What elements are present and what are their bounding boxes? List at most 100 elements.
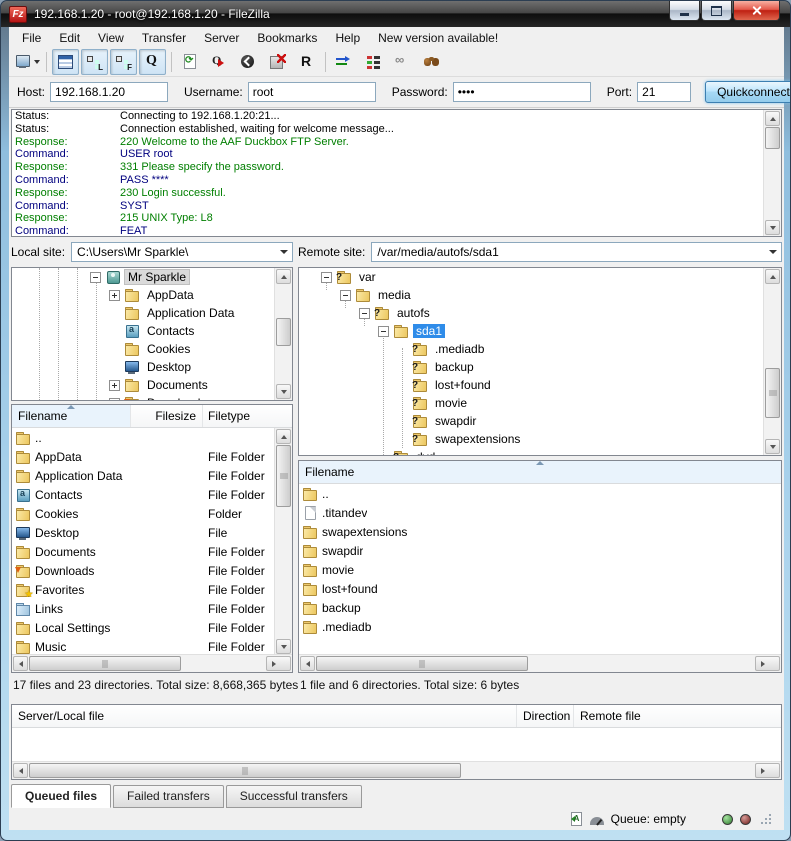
file-row[interactable]: swapdir [299, 541, 781, 560]
port-input[interactable] [637, 82, 691, 102]
tree-item[interactable]: sda1 [299, 322, 781, 340]
collapse-icon[interactable] [321, 272, 332, 283]
file-row[interactable]: FavoritesFile Folder [12, 580, 292, 599]
collapse-icon[interactable] [340, 290, 351, 301]
username-input[interactable] [248, 82, 376, 102]
reconnect-button[interactable] [293, 49, 320, 75]
file-row[interactable]: AppDataFile Folder [12, 447, 292, 466]
toggle-message-log-button[interactable] [52, 49, 79, 75]
tree-item[interactable]: dvd [299, 448, 781, 456]
tree-item[interactable]: backup [299, 358, 781, 376]
toggle-queue-button[interactable] [139, 49, 166, 75]
scroll-down-button[interactable] [765, 220, 780, 235]
file-row[interactable]: Local SettingsFile Folder [12, 618, 292, 637]
minimize-button[interactable] [669, 1, 700, 21]
scroll-left-button[interactable] [300, 656, 315, 671]
tree-item[interactable]: Contacts [12, 322, 292, 340]
tree-item[interactable]: lost+found [299, 376, 781, 394]
file-row[interactable]: DocumentsFile Folder [12, 542, 292, 561]
scroll-right-button[interactable] [266, 656, 291, 671]
scroll-up-button[interactable] [765, 111, 780, 126]
file-row[interactable]: .. [299, 484, 781, 503]
scroll-down-button[interactable] [276, 639, 291, 654]
column-header-filename[interactable]: Filename [12, 405, 131, 427]
tree-item[interactable]: var [299, 268, 781, 286]
column-header-direction[interactable]: Direction [517, 705, 574, 727]
scroll-left-button[interactable] [13, 763, 28, 778]
column-header-filesize[interactable]: Filesize [131, 405, 203, 427]
collapse-icon[interactable] [90, 272, 101, 283]
host-input[interactable] [50, 82, 168, 102]
menu-bookmarks[interactable]: Bookmarks [248, 29, 326, 47]
local-site-combobox[interactable]: C:\Users\Mr Sparkle\ [71, 242, 293, 262]
file-row[interactable]: swapextensions [299, 522, 781, 541]
column-header-filetype[interactable]: Filetype [203, 405, 275, 427]
cancel-operation-button[interactable] [235, 49, 262, 75]
menu-edit[interactable]: Edit [50, 29, 89, 47]
menu-view[interactable]: View [89, 29, 133, 47]
tree-item[interactable]: Desktop [12, 358, 292, 376]
local-directory-tree[interactable]: Mr Sparkle AppData Application Data Cont… [11, 267, 293, 401]
scrollbar-thumb[interactable] [276, 445, 291, 507]
site-manager-button[interactable] [14, 49, 41, 75]
scrollbar-thumb[interactable] [29, 656, 181, 671]
menu-help[interactable]: Help [326, 29, 369, 47]
tree-item[interactable]: swapextensions [299, 430, 781, 448]
tree-item[interactable]: Cookies [12, 340, 292, 358]
quickconnect-button[interactable]: Quickconnect [705, 81, 791, 103]
resize-grip[interactable] [760, 813, 772, 825]
expand-icon[interactable] [109, 290, 120, 301]
scroll-right-button[interactable] [755, 656, 780, 671]
menu-new-version[interactable]: New version available! [369, 29, 507, 47]
column-header-filename[interactable]: Filename [299, 461, 781, 483]
expand-icon[interactable] [109, 398, 120, 402]
local-list-horizontal-scrollbar[interactable] [12, 654, 292, 672]
file-row[interactable]: backup [299, 598, 781, 617]
tree-item[interactable]: Documents [12, 376, 292, 394]
tree-item[interactable]: .mediadb [299, 340, 781, 358]
tree-item[interactable]: Mr Sparkle [12, 268, 292, 286]
file-row[interactable]: Application DataFile Folder [12, 466, 292, 485]
transfer-type-icon[interactable] [568, 812, 583, 827]
process-queue-button[interactable] [206, 49, 233, 75]
tree-item[interactable]: swapdir [299, 412, 781, 430]
tree-item[interactable]: Application Data [12, 304, 292, 322]
file-row[interactable]: LinksFile Folder [12, 599, 292, 618]
menu-file[interactable]: File [13, 29, 50, 47]
local-list-vertical-scrollbar[interactable] [274, 428, 292, 655]
scroll-left-button[interactable] [13, 656, 28, 671]
speed-limits-icon[interactable] [590, 817, 604, 825]
message-log[interactable]: Status:Connecting to 192.168.1.20:21... … [11, 109, 782, 237]
local-file-list[interactable]: Filename Filesize Filetype .. AppDataFil… [11, 404, 293, 673]
tab-failed-transfers[interactable]: Failed transfers [113, 785, 224, 808]
tab-successful-transfers[interactable]: Successful transfers [226, 785, 362, 808]
collapse-icon[interactable] [378, 326, 389, 337]
remote-site-combobox[interactable]: /var/media/autofs/sda1 [371, 242, 782, 262]
column-header-server-local-file[interactable]: Server/Local file [12, 705, 517, 727]
remote-directory-tree[interactable]: var media autofs sda1 .mediadb backup lo… [298, 267, 782, 456]
file-search-button[interactable] [418, 49, 445, 75]
file-row[interactable]: CookiesFolder [12, 504, 292, 523]
transfer-queue[interactable]: Server/Local file Direction Remote file [11, 704, 782, 780]
toggle-remote-tree-button[interactable] [110, 49, 137, 75]
synchronized-browsing-button[interactable] [331, 49, 358, 75]
refresh-button[interactable] [177, 49, 204, 75]
tree-item[interactable]: media [299, 286, 781, 304]
file-row[interactable]: ContactsFile Folder [12, 485, 292, 504]
column-header-remote-file[interactable]: Remote file [574, 705, 781, 727]
remote-list-horizontal-scrollbar[interactable] [299, 654, 781, 672]
toggle-local-tree-button[interactable] [81, 49, 108, 75]
file-row[interactable]: .. [12, 428, 292, 447]
scrollbar-thumb[interactable] [765, 127, 780, 149]
menu-transfer[interactable]: Transfer [133, 29, 195, 47]
password-input[interactable] [453, 82, 591, 102]
log-vertical-scrollbar[interactable] [763, 110, 781, 236]
tab-queued-files[interactable]: Queued files [11, 784, 111, 808]
expand-icon[interactable] [109, 380, 120, 391]
tree-item[interactable]: movie [299, 394, 781, 412]
menu-server[interactable]: Server [195, 29, 248, 47]
file-row[interactable]: .titandev [299, 503, 781, 522]
queue-horizontal-scrollbar[interactable] [12, 761, 781, 779]
file-row[interactable]: DesktopFile [12, 523, 292, 542]
disconnect-button[interactable] [264, 49, 291, 75]
